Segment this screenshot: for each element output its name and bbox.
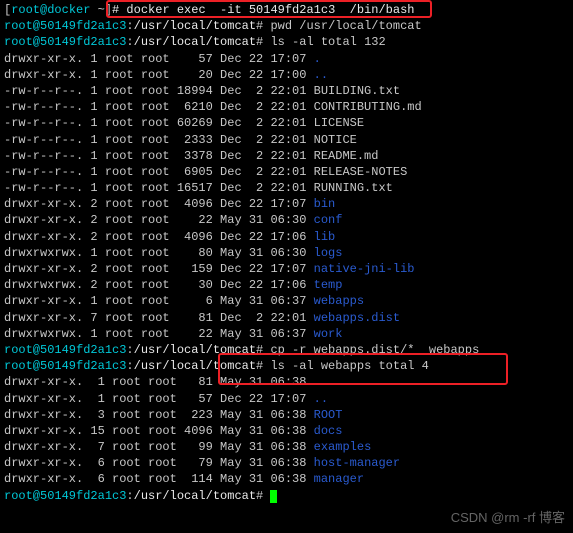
prompt-host[interactable]: [root@docker ~]# docker exec -it 50149fd… <box>4 3 414 17</box>
prompt-container[interactable]: root@50149fd2a1c3:/usr/local/tomcat# ls … <box>4 35 314 49</box>
ls-row: drwxrwxrwx. 1 root root 22 May 31 06:37 … <box>4 327 342 341</box>
ls-total: total 132 <box>321 35 386 49</box>
ls-row: -rw-r--r--. 1 root root 60269 Dec 2 22:0… <box>4 116 364 130</box>
ls-row: drwxr-xr-x. 1 root root 57 Dec 22 17:07 … <box>4 52 321 66</box>
ls-total: total 4 <box>378 359 428 373</box>
ls-row: drwxr-xr-x. 1 root root 20 Dec 22 17:00 … <box>4 68 328 82</box>
ls-row: drwxr-xr-x. 6 root root 79 May 31 06:38 … <box>4 456 400 470</box>
cursor-block <box>270 490 277 503</box>
prompt-container[interactable]: root@50149fd2a1c3:/usr/local/tomcat# cp … <box>4 343 479 357</box>
ls-row: -rw-r--r--. 1 root root 16517 Dec 2 22:0… <box>4 181 393 195</box>
ls-row: drwxrwxrwx. 1 root root 80 May 31 06:30 … <box>4 246 342 260</box>
prompt-container[interactable]: root@50149fd2a1c3:/usr/local/tomcat# pwd <box>4 19 292 33</box>
ls-row: drwxr-xr-x. 15 root root 4096 May 31 06:… <box>4 424 342 438</box>
ls-row: drwxr-xr-x. 1 root root 81 May 31 06:38 … <box>4 375 321 389</box>
ls-row: drwxr-xr-x. 2 root root 4096 Dec 22 17:0… <box>4 197 335 211</box>
ls-row: -rw-r--r--. 1 root root 6210 Dec 2 22:01… <box>4 100 422 114</box>
ls-row: -rw-r--r--. 1 root root 6905 Dec 2 22:01… <box>4 165 407 179</box>
ls-row: -rw-r--r--. 1 root root 18994 Dec 2 22:0… <box>4 84 400 98</box>
terminal-output: [root@docker ~]# docker exec -it 50149fd… <box>4 2 569 504</box>
ls-row: -rw-r--r--. 1 root root 2333 Dec 2 22:01… <box>4 133 357 147</box>
ls-row: drwxr-xr-x. 2 root root 22 May 31 06:30 … <box>4 213 342 227</box>
ls-row: drwxr-xr-x. 2 root root 4096 Dec 22 17:0… <box>4 230 335 244</box>
prompt-container[interactable]: root@50149fd2a1c3:/usr/local/tomcat# <box>4 489 277 503</box>
pwd-output: /usr/local/tomcat <box>299 19 421 33</box>
ls-row: drwxr-xr-x. 6 root root 114 May 31 06:38… <box>4 472 364 486</box>
watermark: CSDN @rm -rf 博客 <box>451 509 565 527</box>
ls-row: drwxr-xr-x. 7 root root 99 May 31 06:38 … <box>4 440 371 454</box>
ls-row: drwxr-xr-x. 2 root root 159 Dec 22 17:07… <box>4 262 414 276</box>
ls-row: drwxrwxrwx. 2 root root 30 Dec 22 17:06 … <box>4 278 342 292</box>
ls-row: drwxr-xr-x. 3 root root 223 May 31 06:38… <box>4 408 342 422</box>
ls-row: -rw-r--r--. 1 root root 3378 Dec 2 22:01… <box>4 149 378 163</box>
ls-row: drwxr-xr-x. 7 root root 81 Dec 2 22:01 w… <box>4 311 400 325</box>
ls-row: drwxr-xr-x. 1 root root 57 Dec 22 17:07 … <box>4 392 328 406</box>
ls-row: drwxr-xr-x. 1 root root 6 May 31 06:37 w… <box>4 294 364 308</box>
prompt-container[interactable]: root@50149fd2a1c3:/usr/local/tomcat# ls … <box>4 359 371 373</box>
